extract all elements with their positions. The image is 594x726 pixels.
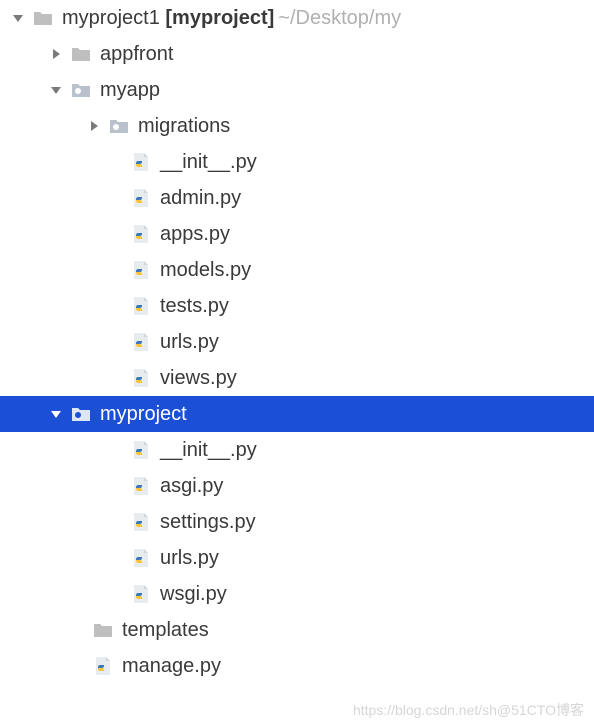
python-file-icon [130, 295, 152, 317]
folder-icon [70, 43, 92, 65]
folder-appfront[interactable]: appfront [0, 36, 594, 72]
arrow-spacer [70, 622, 86, 638]
chevron-down-icon[interactable] [10, 10, 26, 26]
python-file-icon [130, 151, 152, 173]
tree-item-label: myproject1 [myproject]~/Desktop/my [62, 7, 401, 30]
arrow-spacer [108, 550, 124, 566]
package-folder-icon [108, 115, 130, 137]
file-manage[interactable]: manage.py [0, 648, 594, 684]
python-file-icon [130, 259, 152, 281]
tree-item-label: templates [122, 619, 209, 642]
tree-item-label: myproject [100, 403, 187, 426]
tree-item-label: urls.py [160, 331, 219, 354]
arrow-spacer [108, 190, 124, 206]
folder-icon [32, 7, 54, 29]
python-file-icon [130, 367, 152, 389]
tree-item-label: __init__.py [160, 151, 257, 174]
file-asgi[interactable]: asgi.py [0, 468, 594, 504]
file-init-myproject[interactable]: __init__.py [0, 432, 594, 468]
file-init-myapp[interactable]: __init__.py [0, 144, 594, 180]
python-file-icon [130, 187, 152, 209]
file-settings[interactable]: settings.py [0, 504, 594, 540]
file-admin[interactable]: admin.py [0, 180, 594, 216]
arrow-spacer [108, 478, 124, 494]
python-file-icon [130, 223, 152, 245]
file-models[interactable]: models.py [0, 252, 594, 288]
tree-item-label: appfront [100, 43, 173, 66]
arrow-spacer [108, 226, 124, 242]
arrow-spacer [108, 442, 124, 458]
tree-item-label: tests.py [160, 295, 229, 318]
chevron-right-icon[interactable] [48, 46, 64, 62]
python-file-icon [130, 547, 152, 569]
tree-item-label: manage.py [122, 655, 221, 678]
chevron-right-icon[interactable] [86, 118, 102, 134]
folder-templates[interactable]: templates [0, 612, 594, 648]
arrow-spacer [108, 586, 124, 602]
file-apps[interactable]: apps.py [0, 216, 594, 252]
arrow-spacer [108, 334, 124, 350]
tree-item-label: settings.py [160, 511, 256, 534]
tree-item-label: apps.py [160, 223, 230, 246]
python-file-icon [130, 439, 152, 461]
python-file-icon [130, 511, 152, 533]
folder-icon [92, 619, 114, 641]
folder-myproject[interactable]: myproject [0, 396, 594, 432]
folder-myapp[interactable]: myapp [0, 72, 594, 108]
arrow-spacer [108, 154, 124, 170]
python-file-icon [130, 583, 152, 605]
package-folder-icon [70, 79, 92, 101]
root-folder[interactable]: myproject1 [myproject]~/Desktop/my [0, 0, 594, 36]
python-file-icon [130, 331, 152, 353]
file-tests[interactable]: tests.py [0, 288, 594, 324]
python-file-icon [130, 475, 152, 497]
arrow-spacer [108, 298, 124, 314]
tree-item-label: wsgi.py [160, 583, 227, 606]
file-urls-myproject[interactable]: urls.py [0, 540, 594, 576]
tree-item-label: migrations [138, 115, 230, 138]
python-file-icon [92, 655, 114, 677]
file-wsgi[interactable]: wsgi.py [0, 576, 594, 612]
chevron-down-icon[interactable] [48, 406, 64, 422]
folder-migrations[interactable]: migrations [0, 108, 594, 144]
tree-item-label: myapp [100, 79, 160, 102]
file-views[interactable]: views.py [0, 360, 594, 396]
arrow-spacer [108, 370, 124, 386]
arrow-spacer [70, 658, 86, 674]
tree-item-label: views.py [160, 367, 237, 390]
arrow-spacer [108, 514, 124, 530]
file-urls-myapp[interactable]: urls.py [0, 324, 594, 360]
tree-item-label: models.py [160, 259, 251, 282]
arrow-spacer [108, 262, 124, 278]
tree-item-label: urls.py [160, 547, 219, 570]
watermark-text: https://blog.csdn.net/sh@51CTO博客 [353, 700, 584, 720]
tree-item-label: __init__.py [160, 439, 257, 462]
tree-item-label: admin.py [160, 187, 241, 210]
chevron-down-icon[interactable] [48, 82, 64, 98]
package-folder-icon [70, 403, 92, 425]
tree-item-label: asgi.py [160, 475, 223, 498]
